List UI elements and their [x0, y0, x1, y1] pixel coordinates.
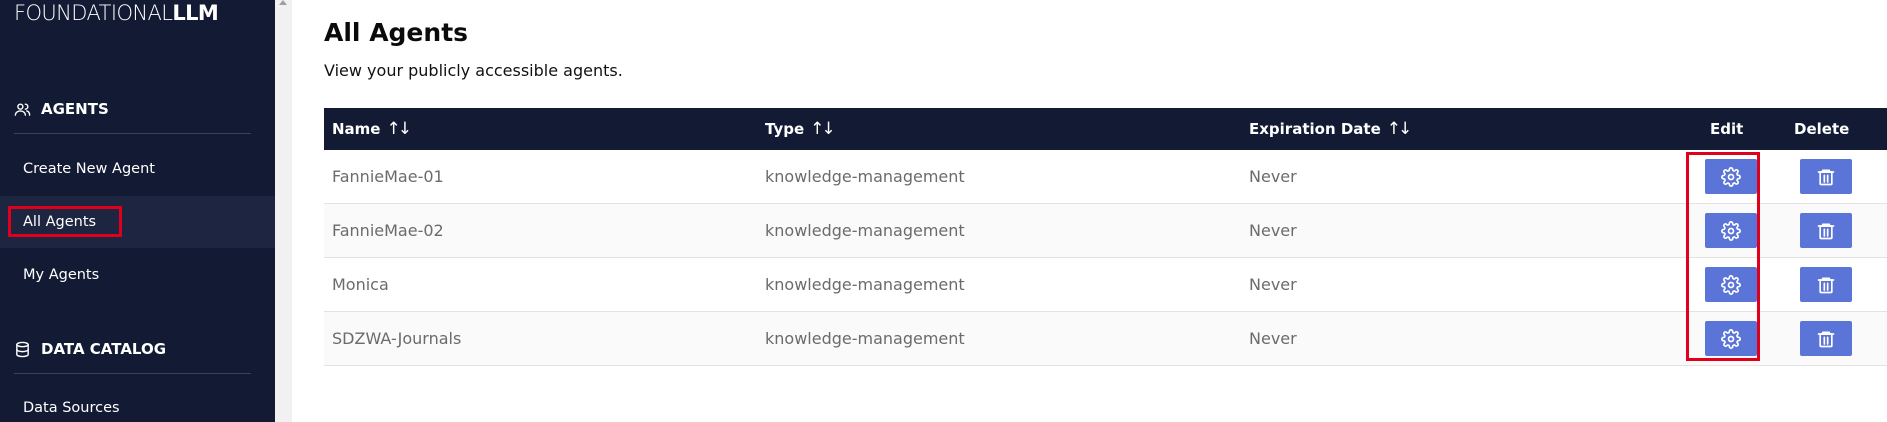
- sidebar-item-create-new-agent[interactable]: Create New Agent: [0, 143, 275, 195]
- agent-name: FannieMae-02: [332, 221, 444, 240]
- sort-icon[interactable]: ↑↓: [386, 119, 411, 139]
- agent-name: FannieMae-01: [332, 167, 444, 186]
- section-agents-title: AGENTS: [41, 100, 109, 118]
- column-header-name[interactable]: Name ↑↓: [332, 119, 412, 139]
- table-body: FannieMae-01 knowledge-management Never …: [324, 150, 1887, 366]
- agent-expiration: Never: [1249, 167, 1297, 186]
- table-row: SDZWA-Journals knowledge-management Neve…: [324, 312, 1887, 366]
- delete-button[interactable]: [1800, 321, 1852, 356]
- sidebar-item-data-sources[interactable]: Data Sources: [0, 382, 275, 422]
- scrollbar[interactable]: [275, 0, 292, 422]
- trash-icon: [1817, 277, 1835, 293]
- delete-button[interactable]: [1800, 267, 1852, 302]
- divider: [14, 373, 251, 374]
- column-header-edit: Edit: [1710, 120, 1744, 138]
- agent-type: knowledge-management: [765, 275, 965, 294]
- trash-icon: [1817, 331, 1835, 347]
- section-data-catalog: DATA CATALOG: [14, 340, 166, 358]
- users-icon: [14, 102, 31, 116]
- brand-logo: FOUNDATIONALLLM: [14, 1, 219, 25]
- delete-button[interactable]: [1800, 213, 1852, 248]
- sidebar-item-all-agents[interactable]: All Agents: [0, 196, 275, 248]
- column-header-type[interactable]: Type ↑↓: [765, 119, 836, 139]
- sort-icon[interactable]: ↑↓: [1387, 119, 1412, 139]
- main-content: All Agents View your publicly accessible…: [292, 0, 1887, 422]
- divider: [14, 133, 251, 134]
- delete-button[interactable]: [1800, 159, 1852, 194]
- table-row: Monica knowledge-management Never: [324, 258, 1887, 312]
- agent-expiration: Never: [1249, 221, 1297, 240]
- section-agents: AGENTS: [14, 100, 109, 118]
- sidebar-item-label: My Agents: [23, 267, 100, 283]
- column-header-delete: Delete: [1794, 120, 1850, 138]
- sidebar-item-my-agents[interactable]: My Agents: [0, 249, 275, 301]
- page-subtitle: View your publicly accessible agents.: [324, 61, 623, 80]
- sidebar-item-label: Data Sources: [23, 400, 120, 416]
- database-icon: [16, 341, 29, 357]
- section-data-catalog-title: DATA CATALOG: [41, 340, 167, 358]
- highlight-box: [1686, 152, 1760, 361]
- agent-expiration: Never: [1249, 275, 1297, 294]
- agent-type: knowledge-management: [765, 329, 965, 348]
- column-header-expiration-date[interactable]: Expiration Date ↑↓: [1249, 119, 1412, 139]
- trash-icon: [1817, 223, 1835, 239]
- agents-table: Name ↑↓ Type ↑↓ Expiration Date ↑↓ Edit …: [324, 108, 1887, 366]
- sidebar: FOUNDATIONALLLM AGENTS Create New Agent …: [0, 0, 275, 422]
- agent-type: knowledge-management: [765, 167, 965, 186]
- scroll-up-icon[interactable]: [279, 0, 287, 5]
- table-row: FannieMae-01 knowledge-management Never: [324, 150, 1887, 204]
- table-row: FannieMae-02 knowledge-management Never: [324, 204, 1887, 258]
- agent-type: knowledge-management: [765, 221, 965, 240]
- highlight-box: [8, 206, 122, 237]
- agent-name: Monica: [332, 275, 389, 294]
- table-header: Name ↑↓ Type ↑↓ Expiration Date ↑↓ Edit …: [324, 108, 1887, 150]
- page-title: All Agents: [324, 18, 469, 47]
- trash-icon: [1817, 169, 1835, 185]
- agent-name: SDZWA-Journals: [332, 329, 462, 348]
- sort-icon[interactable]: ↑↓: [810, 119, 835, 139]
- agent-expiration: Never: [1249, 329, 1297, 348]
- sidebar-item-label: Create New Agent: [23, 161, 155, 177]
